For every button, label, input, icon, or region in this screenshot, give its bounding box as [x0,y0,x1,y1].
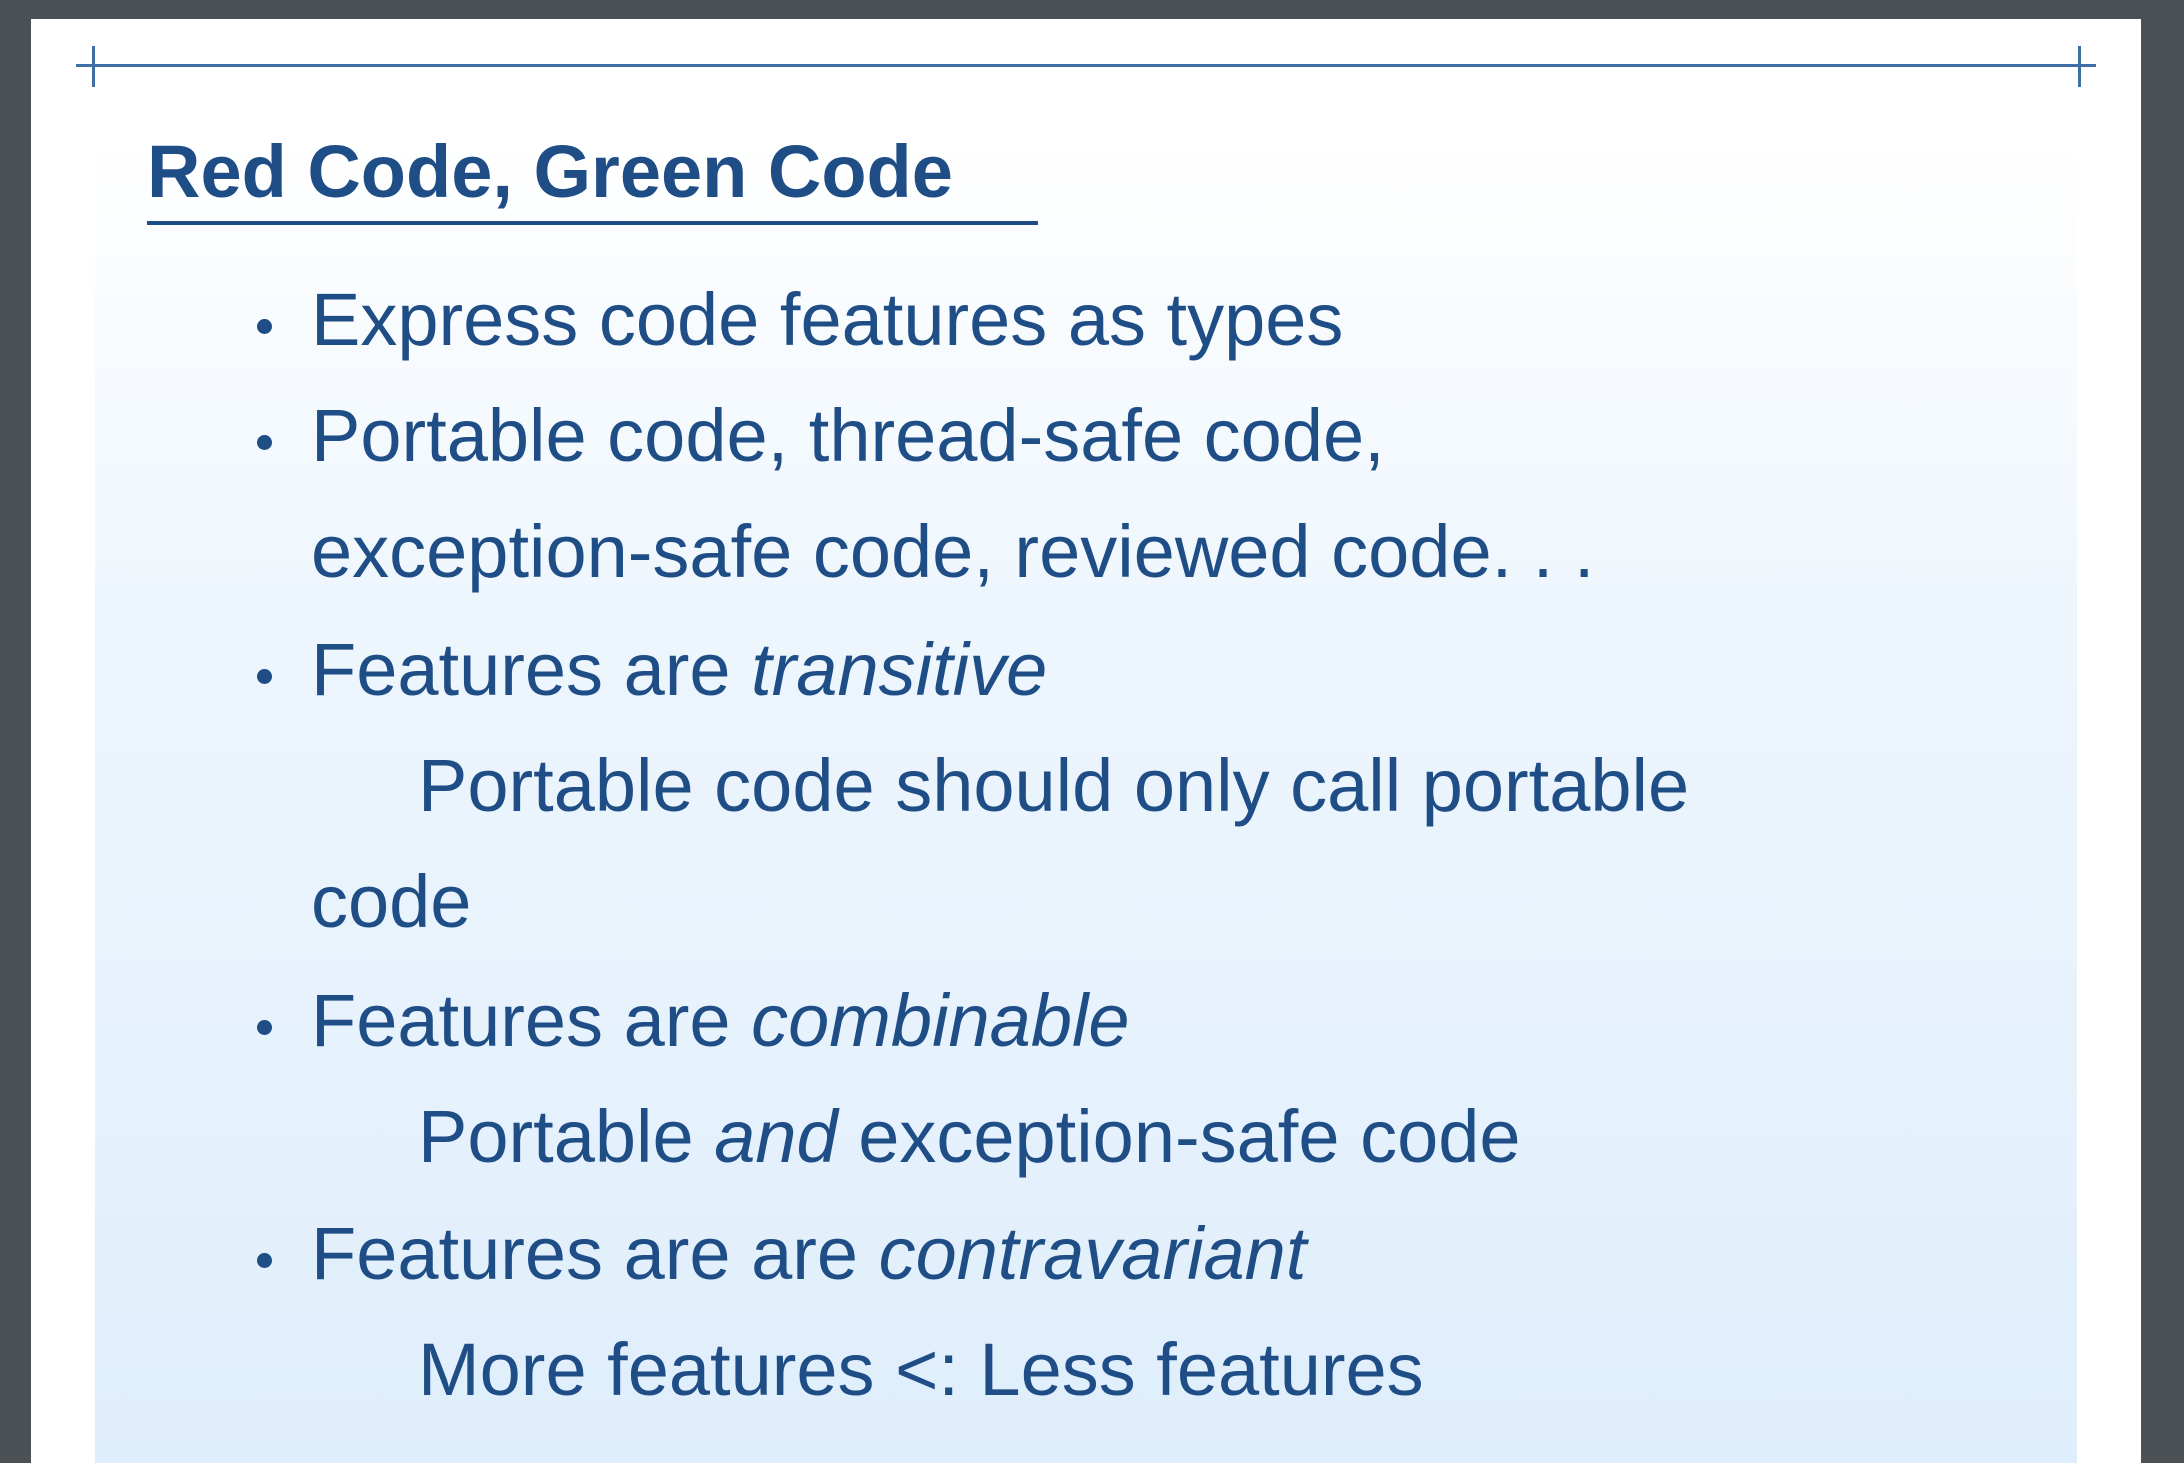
bullet-emphasis: contravariant [878,1212,1307,1295]
bullet-prefix: Features are are [311,1212,879,1295]
bullet-text: Portable code, thread-safe code, [311,394,1385,477]
bullet-marker [257,319,272,334]
bullet-item-5: Features are are contravariant [311,1209,1306,1299]
bullet-item-3-detail: Portable code should only call portable [418,741,1689,831]
detail-suffix: exception-safe code [837,1095,1521,1178]
detail-text-continuation: code [311,860,472,943]
bullet-prefix: Features are [311,979,752,1062]
bullet-marker [257,1253,272,1268]
bullet-marker [257,435,272,450]
bullet-item-4: Features are combinable [311,976,1130,1066]
bullet-emphasis: combinable [751,979,1130,1062]
bullet-item-3-detail-continuation: code [311,857,471,947]
detail-emphasis: and [714,1095,838,1178]
bullet-item-5-detail: More features <: Less features [418,1325,1424,1415]
detail-prefix: Portable [418,1095,715,1178]
document-viewer: Red Code, Green Code Express code featur… [0,0,2184,1463]
bullet-emphasis: transitive [751,628,1048,711]
detail-text: Portable code should only call portable [418,744,1690,827]
bullet-item-3: Features are transitive [311,625,1047,715]
bullet-text: Express code features as types [311,278,1344,361]
bullet-item-4-detail: Portable and exception-safe code [418,1092,1521,1182]
detail-text: More features <: Less features [418,1328,1424,1411]
bullet-item-2-continuation: exception-safe code, reviewed code. . . [311,507,1594,597]
bullet-item-2: Portable code, thread-safe code, [311,391,1385,481]
bullet-marker [257,1020,272,1035]
bullet-prefix: Features are [311,628,752,711]
bullet-marker [257,669,272,684]
bullet-list: Express code features as types Portable … [31,19,2141,1463]
bullet-item-1: Express code features as types [311,275,1343,365]
bullet-text-continuation: exception-safe code, reviewed code. . . [311,510,1595,593]
slide-page: Red Code, Green Code Express code featur… [31,19,2141,1463]
